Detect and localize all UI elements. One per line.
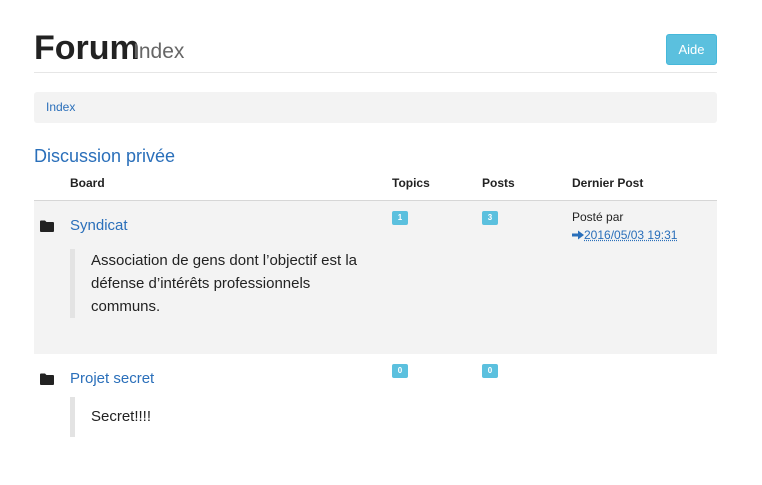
page-title: Forum	[34, 29, 140, 67]
folder-icon	[40, 372, 54, 385]
arrow-right-icon	[572, 228, 584, 242]
last-post-date[interactable]: 2016/05/03 19:31	[584, 228, 677, 242]
last-post-link[interactable]: 2016/05/03 19:31	[572, 228, 677, 242]
column-header-posts: Posts	[482, 176, 515, 190]
posts-count-badge: 0	[482, 364, 498, 378]
board-link-syndicat[interactable]: Syndicat	[70, 217, 128, 235]
category-title[interactable]: Discussion privée	[34, 145, 175, 167]
page-subtitle: Index	[133, 40, 185, 63]
column-header-last-post: Dernier Post	[572, 176, 644, 190]
board-link-projet-secret[interactable]: Projet secret	[70, 370, 154, 388]
help-button[interactable]: Aide	[666, 34, 717, 65]
board-row: Syndicat Association de gens dont l’obje…	[34, 201, 717, 354]
folder-icon	[40, 219, 54, 232]
topics-count-badge: 1	[392, 211, 408, 225]
breadcrumb: Index	[34, 92, 717, 123]
column-header-board: Board	[70, 176, 105, 190]
board-row: Projet secret Secret!!!! 0 0	[34, 354, 717, 449]
posts-count-badge: 3	[482, 211, 498, 225]
breadcrumb-item-index[interactable]: Index	[46, 100, 75, 114]
board-description: Secret!!!!	[70, 397, 366, 437]
column-header-topics: Topics	[392, 176, 430, 190]
topics-count-badge: 0	[392, 364, 408, 378]
last-post-label: Posté par	[572, 210, 624, 224]
board-description: Association de gens dont l’objectif est …	[70, 249, 366, 318]
page-header: Forum Index Aide	[34, 26, 717, 73]
